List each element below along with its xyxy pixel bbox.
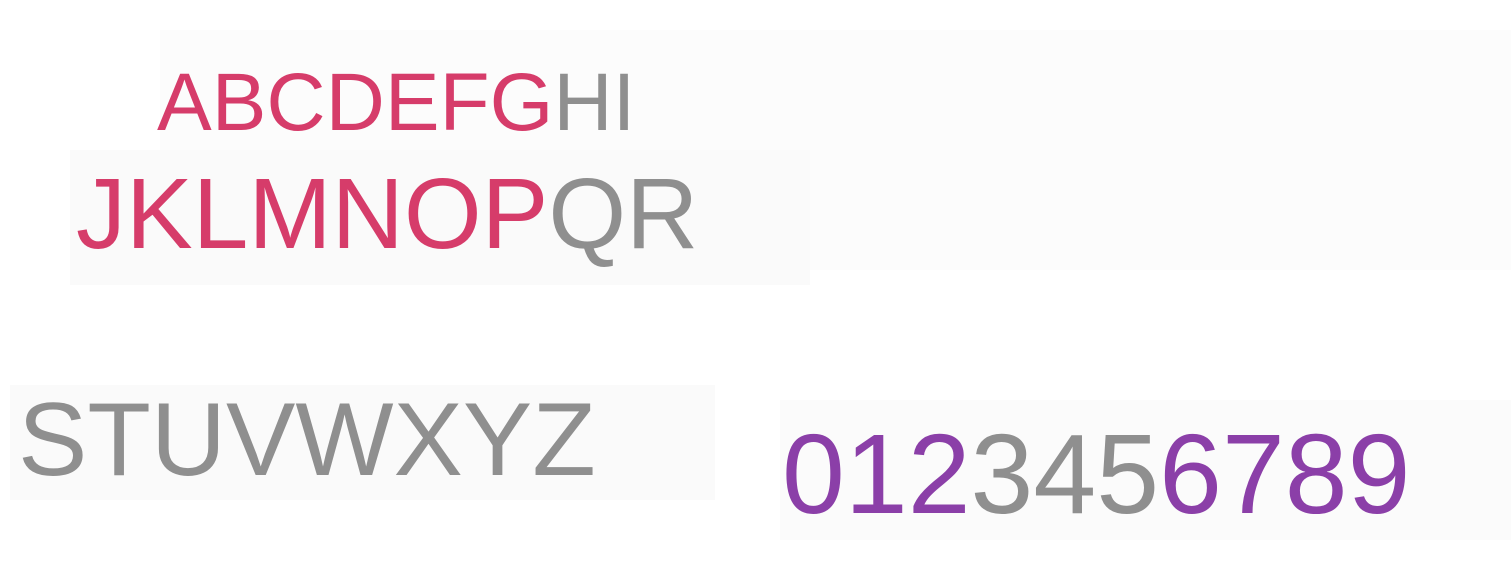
letter-canvas: ABCDEFGHI JKLMNOPQR STUVWXYZ 0123456789: [0, 0, 1511, 570]
alphabet-row-j-to-r-highlighted: JKLMNOP: [76, 158, 549, 270]
digit-row-part2: 345: [970, 411, 1160, 537]
alphabet-row-a-to-i-highlighted: ABCDEFG: [157, 57, 554, 148]
alphabet-row-j-to-r: JKLMNOPQR: [76, 164, 698, 264]
alphabet-row-j-to-r-rest: QR: [548, 158, 699, 270]
digit-row-part3: 6789: [1159, 411, 1411, 537]
alphabet-row-s-to-z-text: STUVWXYZ: [18, 382, 596, 498]
alphabet-row-s-to-z: STUVWXYZ: [18, 388, 596, 492]
alphabet-row-a-to-i-rest: HI: [553, 57, 636, 148]
alphabet-row-a-to-i: ABCDEFGHI: [157, 62, 635, 144]
digit-row-part1: 012: [782, 411, 971, 537]
digit-row: 0123456789: [782, 418, 1410, 531]
